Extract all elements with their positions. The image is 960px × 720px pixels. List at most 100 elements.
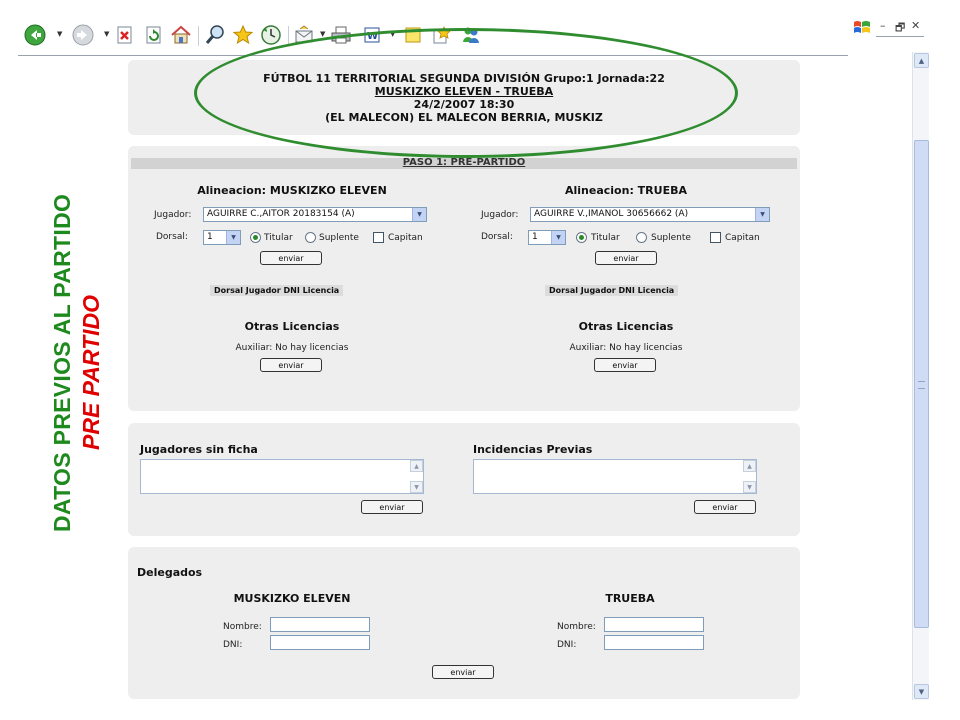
close-icon[interactable]: ✕ xyxy=(911,19,920,32)
delegados-away-team: TRUEBA xyxy=(605,592,655,605)
paso-title: PASO 1: PRE-PARTIDO xyxy=(402,157,526,168)
mail-icon[interactable] xyxy=(294,24,316,46)
scroll-down-icon[interactable]: ▼ xyxy=(743,481,756,493)
away-capitan-checkbox[interactable] xyxy=(710,232,721,243)
svg-text:W: W xyxy=(367,31,378,42)
research-icon[interactable] xyxy=(430,24,452,46)
edit-dropdown-icon[interactable]: ▼ xyxy=(390,30,395,38)
away-titular-radio[interactable] xyxy=(576,232,587,243)
toolbar-separator xyxy=(288,26,289,46)
home-capitan-checkbox[interactable] xyxy=(373,232,384,243)
away-lineup-table-header: Dorsal Jugador DNI Licencia xyxy=(545,285,679,296)
away-dni-label: DNI: xyxy=(557,640,577,650)
chevron-down-icon[interactable]: ▼ xyxy=(755,208,769,221)
chevron-down-icon[interactable]: ▼ xyxy=(226,231,240,244)
home-dorsal-label: Dorsal: xyxy=(156,232,188,242)
away-enviar-button[interactable]: enviar xyxy=(595,251,657,265)
home-suplente-label: Suplente xyxy=(319,233,359,243)
match-teams: MUSKIZKO ELEVEN - TRUEBA xyxy=(374,85,554,98)
away-lineup-title: Alineacion: TRUEBA xyxy=(565,184,687,197)
scroll-up-icon[interactable]: ▲ xyxy=(914,53,929,68)
away-nombre-input[interactable] xyxy=(604,617,704,632)
away-capitan-label: Capitan xyxy=(725,233,760,243)
away-nombre-label: Nombre: xyxy=(557,622,596,632)
word-edit-icon[interactable]: W xyxy=(362,24,384,46)
away-jugador-value: AGUIRRE V.,IMANOL 30656662 (A) xyxy=(534,209,689,219)
sin-ficha-textarea[interactable]: ▲ ▼ xyxy=(140,459,424,494)
history-icon[interactable] xyxy=(260,24,282,46)
home-suplente-radio[interactable] xyxy=(305,232,316,243)
away-otras-licencias-title: Otras Licencias xyxy=(578,320,674,333)
print-icon[interactable] xyxy=(330,24,352,46)
stop-icon[interactable] xyxy=(114,24,136,46)
delegados-home-team: MUSKIZKO ELEVEN xyxy=(233,592,351,605)
delegados-panel: Delegados MUSKIZKO ELEVEN TRUEBA Nombre:… xyxy=(128,547,800,699)
match-date: 24/2/2007 18:30 xyxy=(413,98,515,111)
chevron-down-icon[interactable]: ▼ xyxy=(551,231,565,244)
minimize-icon[interactable]: – xyxy=(880,19,886,32)
away-licencias-enviar-button[interactable]: enviar xyxy=(594,358,656,372)
incidencias-enviar-button[interactable]: enviar xyxy=(694,500,756,514)
home-jugador-select[interactable]: AGUIRRE C.,AITOR 20183154 (A) ▼ xyxy=(203,207,427,222)
mail-dropdown-icon[interactable]: ▼ xyxy=(320,30,325,38)
scrollbar-thumb[interactable] xyxy=(914,140,929,628)
scroll-up-icon[interactable]: ▲ xyxy=(410,460,423,472)
home-titular-label: Titular xyxy=(264,233,293,243)
back-icon[interactable] xyxy=(24,24,46,46)
messenger-icon[interactable] xyxy=(460,24,482,46)
home-dni-input[interactable] xyxy=(270,635,370,650)
refresh-icon[interactable] xyxy=(143,24,165,46)
home-dorsal-value: 1 xyxy=(207,232,213,242)
chevron-down-icon[interactable]: ▼ xyxy=(412,208,426,221)
vertical-scrollbar[interactable]: ▲ ▼ xyxy=(912,52,929,700)
away-dorsal-value: 1 xyxy=(532,232,538,242)
forward-dropdown-icon[interactable]: ▼ xyxy=(104,30,109,38)
caption-pre-partido: PRE PARTIDO xyxy=(78,294,104,450)
incidencias-title: Incidencias Previas xyxy=(473,443,593,456)
home-jugador-value: AGUIRRE C.,AITOR 20183154 (A) xyxy=(207,209,355,219)
delegados-enviar-button[interactable]: enviar xyxy=(432,665,494,679)
toolbar-border xyxy=(18,55,848,56)
home-titular-radio[interactable] xyxy=(250,232,261,243)
search-icon[interactable] xyxy=(204,24,226,46)
home-nombre-input[interactable] xyxy=(270,617,370,632)
sin-ficha-title: Jugadores sin ficha xyxy=(140,443,258,456)
scroll-down-icon[interactable]: ▼ xyxy=(914,684,929,699)
away-dorsal-select[interactable]: 1 ▼ xyxy=(528,230,566,245)
sin-ficha-enviar-button[interactable]: enviar xyxy=(361,500,423,514)
home-icon[interactable] xyxy=(170,24,192,46)
home-lineup-table-header: Dorsal Jugador DNI Licencia xyxy=(210,285,344,296)
favorites-star-icon[interactable] xyxy=(232,24,254,46)
forward-icon[interactable] xyxy=(72,24,94,46)
scroll-up-icon[interactable]: ▲ xyxy=(743,460,756,472)
pre-partido-panel: PASO 1: PRE-PARTIDO Alineacion: MUSKIZKO… xyxy=(128,146,800,411)
away-jugador-select[interactable]: AGUIRRE V.,IMANOL 30656662 (A) ▼ xyxy=(530,207,770,222)
scrollbar-grip-icon xyxy=(918,381,925,389)
away-auxiliar-text: Auxiliar: No hay licencias xyxy=(569,343,683,353)
back-dropdown-icon[interactable]: ▼ xyxy=(57,30,62,38)
scroll-down-icon[interactable]: ▼ xyxy=(410,481,423,493)
sin-ficha-incidencias-panel: Jugadores sin ficha ▲ ▼ enviar Incidenci… xyxy=(128,423,800,536)
incidencias-textarea[interactable]: ▲ ▼ xyxy=(473,459,757,494)
caption-datos-previos: DATOS PREVIOS AL PARTIDO xyxy=(49,193,75,532)
home-dorsal-select[interactable]: 1 ▼ xyxy=(203,230,241,245)
home-licencias-enviar-button[interactable]: enviar xyxy=(260,358,322,372)
note-icon[interactable] xyxy=(402,24,424,46)
home-enviar-button[interactable]: enviar xyxy=(260,251,322,265)
browser-toolbar: ▼ ▼ ▼ W ▼ xyxy=(0,16,848,56)
home-lineup-title: Alineacion: MUSKIZKO ELEVEN xyxy=(197,184,387,197)
home-nombre-label: Nombre: xyxy=(223,622,262,632)
home-auxiliar-text: Auxiliar: No hay licencias xyxy=(235,343,349,353)
away-jugador-label: Jugador: xyxy=(481,210,519,220)
delegados-title: Delegados xyxy=(137,566,203,579)
away-titular-label: Titular xyxy=(591,233,620,243)
window-controls-border xyxy=(876,36,924,37)
home-jugador-label: Jugador: xyxy=(154,210,192,220)
home-otras-licencias-title: Otras Licencias xyxy=(244,320,340,333)
toolbar-separator xyxy=(198,26,199,46)
home-capitan-label: Capitan xyxy=(388,233,423,243)
away-suplente-radio[interactable] xyxy=(636,232,647,243)
windows-logo-icon xyxy=(852,18,872,38)
match-info-panel: FÚTBOL 11 TERRITORIAL SEGUNDA DIVISIÓN G… xyxy=(128,60,800,135)
away-dni-input[interactable] xyxy=(604,635,704,650)
